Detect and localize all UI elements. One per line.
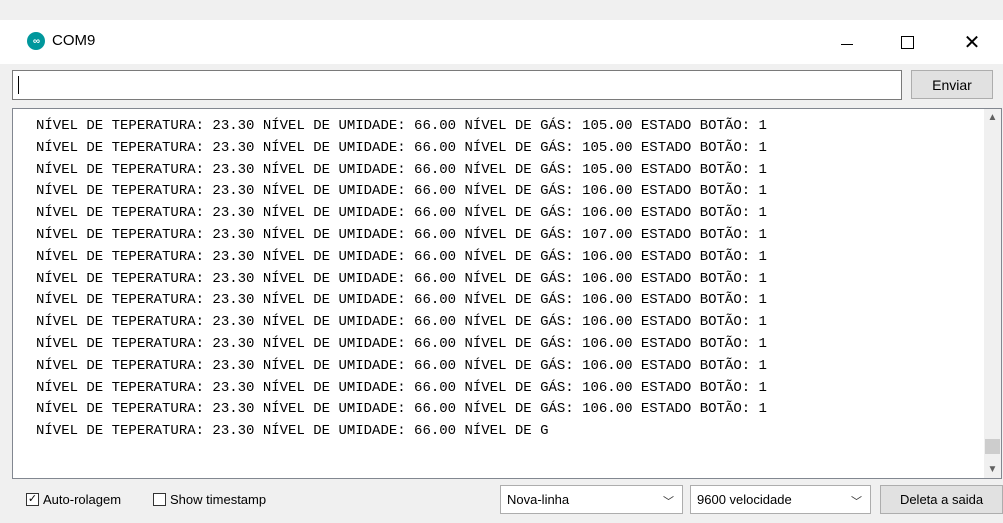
maximize-icon bbox=[900, 35, 914, 49]
chevron-down-icon: ﹀ bbox=[663, 496, 674, 508]
close-icon: ✕ bbox=[963, 31, 981, 54]
serial-output[interactable]: NÍVEL DE TEPERATURA: 23.30 NÍVEL DE UMID… bbox=[12, 108, 1002, 479]
autoscroll-option[interactable]: ✓ Auto-rolagem bbox=[26, 492, 121, 507]
line-ending-select[interactable]: Nova-linha ﹀ bbox=[500, 485, 683, 514]
output-line: NÍVEL DE TEPERATURA: 23.30 NÍVEL DE UMID… bbox=[36, 270, 767, 287]
text-caret bbox=[18, 76, 19, 94]
scroll-up-icon[interactable]: ▲ bbox=[984, 109, 1001, 126]
vertical-scrollbar[interactable]: ▲ ▼ bbox=[984, 109, 1001, 478]
minimize-icon bbox=[841, 43, 853, 45]
output-line: NÍVEL DE TEPERATURA: 23.30 NÍVEL DE UMID… bbox=[36, 335, 767, 352]
scroll-down-icon[interactable]: ▼ bbox=[984, 461, 1001, 478]
bottom-bar: ✓ Auto-rolagem Show timestamp Nova-linha… bbox=[0, 481, 1003, 523]
checkmark-icon: ✓ bbox=[27, 493, 38, 505]
timestamp-checkbox[interactable] bbox=[153, 493, 166, 506]
serial-monitor-window: ∞ COM9 ✕ Enviar NÍVEL DE TEPERATURA: 23.… bbox=[0, 0, 1003, 523]
autoscroll-label: Auto-rolagem bbox=[43, 492, 122, 507]
output-line: NÍVEL DE TEPERATURA: 23.30 NÍVEL DE UMID… bbox=[36, 161, 767, 178]
timestamp-label: Show timestamp bbox=[170, 492, 267, 507]
send-button[interactable]: Enviar bbox=[911, 70, 993, 99]
output-line: NÍVEL DE TEPERATURA: 23.30 NÍVEL DE UMID… bbox=[36, 292, 767, 309]
clear-output-button[interactable]: Deleta a saida bbox=[880, 485, 1003, 514]
output-lines: NÍVEL DE TEPERATURA: 23.30 NÍVEL DE UMID… bbox=[36, 116, 767, 443]
title-bar: ∞ COM9 ✕ bbox=[0, 20, 1003, 64]
window-title: COM9 bbox=[52, 32, 96, 49]
send-input[interactable] bbox=[12, 70, 902, 100]
baud-rate-value: 9600 velocidade bbox=[697, 492, 792, 507]
output-line: NÍVEL DE TEPERATURA: 23.30 NÍVEL DE UMID… bbox=[36, 379, 767, 396]
maximize-button[interactable] bbox=[884, 20, 930, 64]
output-line: NÍVEL DE TEPERATURA: 23.30 NÍVEL DE UMID… bbox=[36, 205, 767, 222]
baud-rate-select[interactable]: 9600 velocidade ﹀ bbox=[690, 485, 871, 514]
arduino-logo-icon: ∞ bbox=[27, 32, 45, 50]
output-line: NÍVEL DE TEPERATURA: 23.30 NÍVEL DE UMID… bbox=[36, 118, 767, 134]
send-row: Enviar bbox=[12, 70, 1002, 100]
autoscroll-checkbox[interactable]: ✓ bbox=[26, 493, 39, 506]
chevron-down-icon: ﹀ bbox=[851, 496, 862, 508]
output-line: NÍVEL DE TEPERATURA: 23.30 NÍVEL DE UMID… bbox=[36, 248, 767, 265]
output-line: NÍVEL DE TEPERATURA: 23.30 NÍVEL DE UMID… bbox=[36, 357, 767, 374]
line-ending-value: Nova-linha bbox=[507, 492, 570, 507]
output-line: NÍVEL DE TEPERATURA: 23.30 NÍVEL DE UMID… bbox=[36, 401, 767, 418]
output-line: NÍVEL DE TEPERATURA: 23.30 NÍVEL DE UMID… bbox=[36, 139, 767, 156]
output-line: NÍVEL DE TEPERATURA: 23.30 NÍVEL DE UMID… bbox=[36, 183, 767, 200]
timestamp-option[interactable]: Show timestamp bbox=[153, 492, 266, 507]
output-line: NÍVEL DE TEPERATURA: 23.30 NÍVEL DE UMID… bbox=[36, 226, 767, 243]
minimize-button[interactable] bbox=[824, 20, 870, 64]
close-button[interactable]: ✕ bbox=[949, 20, 995, 64]
scroll-thumb[interactable] bbox=[985, 439, 1000, 454]
output-line: NÍVEL DE TEPERATURA: 23.30 NÍVEL DE UMID… bbox=[36, 423, 549, 440]
output-line: NÍVEL DE TEPERATURA: 23.30 NÍVEL DE UMID… bbox=[36, 314, 767, 331]
